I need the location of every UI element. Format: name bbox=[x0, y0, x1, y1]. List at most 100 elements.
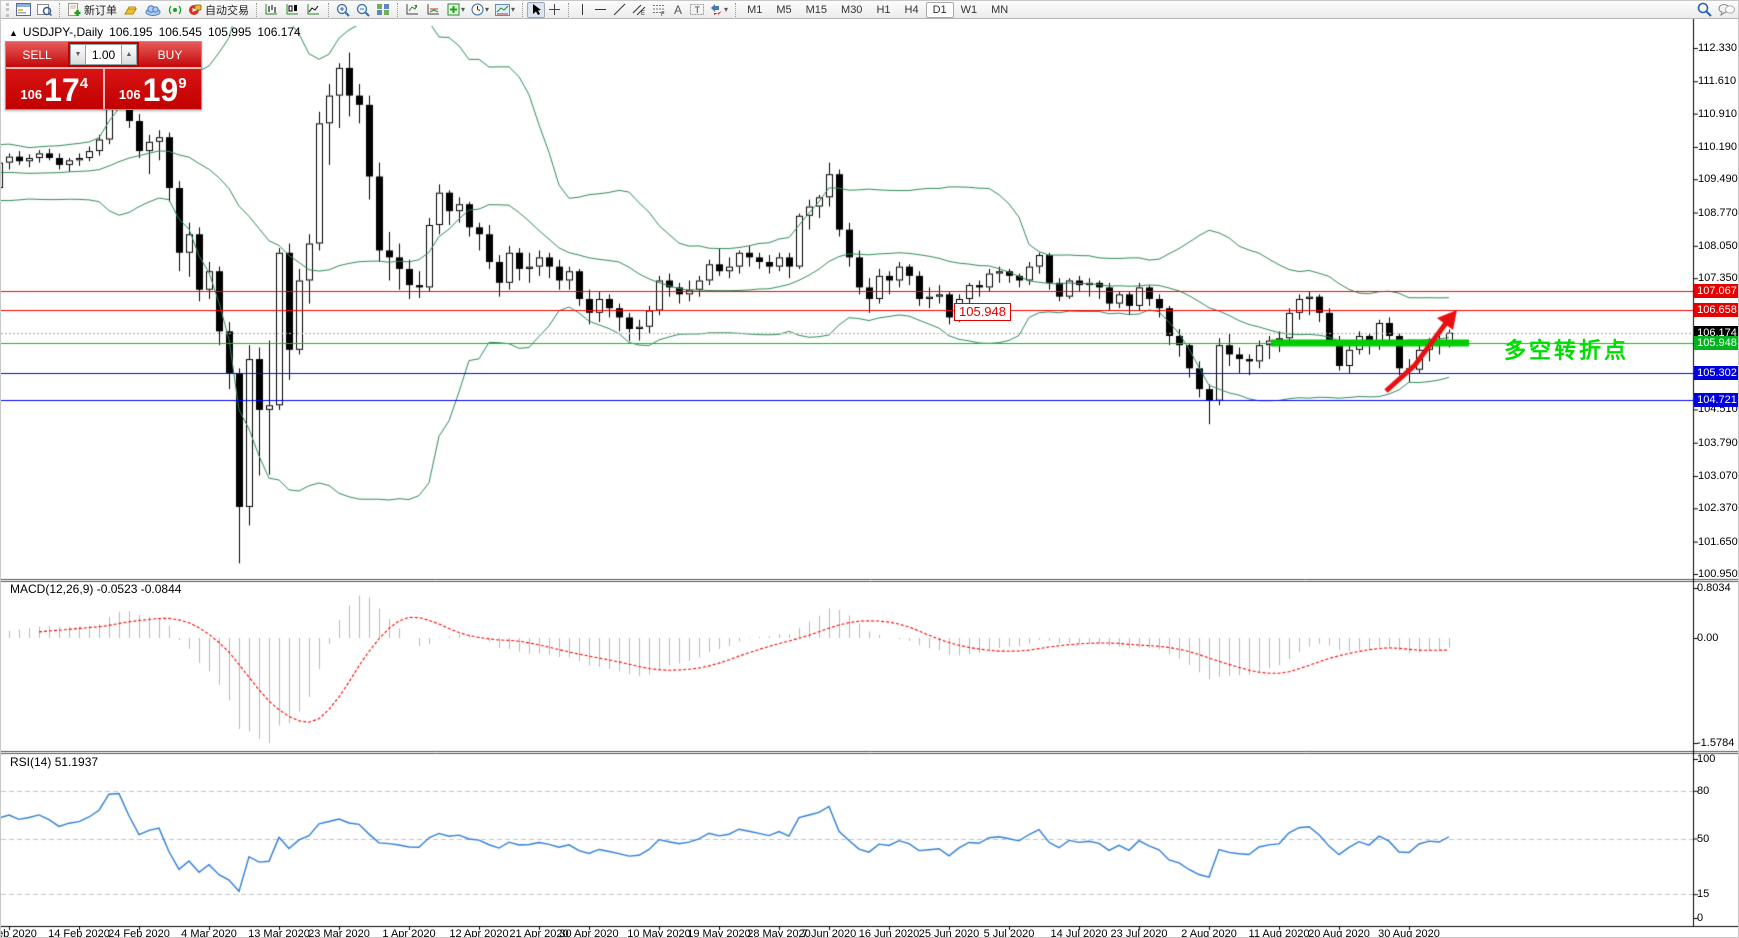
period-button[interactable]: ▾ bbox=[468, 2, 492, 18]
trendline-tool[interactable] bbox=[610, 2, 629, 18]
tab-timeframe-mn[interactable]: MN bbox=[984, 2, 1015, 18]
price-chart-canvas[interactable] bbox=[1, 19, 1738, 937]
line-chart-icon[interactable] bbox=[303, 2, 324, 18]
text-tool[interactable]: A bbox=[669, 2, 687, 18]
tab-timeframe-m30[interactable]: M30 bbox=[834, 2, 869, 18]
bar-chart-icon[interactable] bbox=[261, 2, 282, 18]
date-axis-label: 25 Jun 2020 bbox=[918, 928, 980, 938]
text-label-tool[interactable]: T bbox=[687, 2, 707, 18]
price-axis-badge: 107.067 bbox=[1694, 284, 1738, 299]
chevron-down-icon: ▾ bbox=[724, 5, 729, 14]
template-button[interactable]: ▾ bbox=[492, 2, 518, 18]
rsi-name: RSI(14) bbox=[10, 755, 52, 769]
volume-value[interactable]: 1.00 bbox=[86, 44, 121, 65]
macd-axis-max: 0.8034 bbox=[1697, 582, 1731, 594]
svg-text:E: E bbox=[641, 11, 645, 16]
autotrade-label: 自动交易 bbox=[205, 4, 249, 17]
rsi-axis-label: 15 bbox=[1697, 888, 1710, 901]
data-window-icon[interactable] bbox=[402, 2, 423, 18]
date-axis-label: 7 Jun 2020 bbox=[801, 928, 857, 938]
arrows-icon bbox=[711, 4, 723, 15]
rsi-axis-label: 80 bbox=[1697, 784, 1710, 797]
price-axis-label: 108.770 bbox=[1698, 206, 1738, 219]
sell-price-prefix: 106 bbox=[20, 87, 43, 102]
date-axis-label: 4 Mar 2020 bbox=[181, 928, 237, 938]
chat-icon[interactable] bbox=[1715, 2, 1738, 18]
date-axis-label: 30 Aug 2020 bbox=[1378, 928, 1440, 938]
buy-price-button[interactable]: 106 19 9 bbox=[102, 69, 201, 109]
close-value: 106.174 bbox=[257, 25, 301, 39]
date-axis-label: 19 May 2020 bbox=[687, 928, 751, 938]
vertical-line-tool[interactable] bbox=[573, 2, 591, 18]
date-axis-label: 16 Jun 2020 bbox=[858, 928, 920, 938]
tab-timeframe-h4[interactable]: H4 bbox=[898, 2, 926, 18]
channel-tool[interactable]: E bbox=[629, 2, 649, 18]
clock-icon bbox=[471, 3, 484, 16]
price-flag-105948[interactable]: 105.948 bbox=[954, 303, 1011, 321]
macd-values: -0.0523 -0.0844 bbox=[96, 582, 182, 596]
buy-price-prefix: 106 bbox=[118, 87, 141, 102]
autotrade-icon bbox=[189, 4, 202, 15]
mql5-community-icon[interactable] bbox=[142, 2, 165, 18]
macd-axis-zero: 0.00 bbox=[1697, 632, 1719, 644]
volume-decrease-button[interactable]: ▼ bbox=[70, 44, 86, 65]
sell-button[interactable]: SELL bbox=[6, 42, 68, 67]
price-axis-label: 102.370 bbox=[1698, 502, 1738, 515]
tab-timeframe-m15[interactable]: M15 bbox=[799, 2, 834, 18]
date-axis-label: 5 Jul 2020 bbox=[983, 928, 1035, 938]
price-axis-label: 103.790 bbox=[1698, 436, 1738, 449]
date-axis-label: 20 Aug 2020 bbox=[1308, 928, 1370, 938]
tab-timeframe-w1[interactable]: W1 bbox=[954, 2, 985, 18]
shapes-tool[interactable]: ▾ bbox=[707, 2, 731, 18]
crosshair-icon bbox=[549, 4, 561, 15]
trading-terminal-window: 新订单 自动交易 ▾ ▾ ▾ E F A T ▾ M1 M5 M15 M30 H… bbox=[0, 0, 1739, 938]
buy-button[interactable]: BUY bbox=[139, 42, 201, 67]
candlestick-chart-icon[interactable] bbox=[282, 2, 303, 18]
tab-timeframe-m1[interactable]: M1 bbox=[740, 2, 769, 18]
date-axis-label: 14 Feb 2020 bbox=[48, 928, 110, 938]
macd-name: MACD(12,26,9) bbox=[10, 582, 94, 596]
strategy-tester-icon[interactable] bbox=[34, 2, 55, 18]
buy-price-big: 19 bbox=[142, 72, 179, 108]
sell-price-button[interactable]: 106 17 4 bbox=[6, 69, 103, 109]
autotrade-button[interactable]: 自动交易 bbox=[185, 2, 252, 18]
search-icon[interactable] bbox=[1694, 2, 1715, 18]
volume-increase-button[interactable]: ▲ bbox=[121, 44, 137, 65]
add-indicator-button[interactable]: ▾ bbox=[444, 2, 468, 18]
rsi-axis-label: 0 bbox=[1697, 912, 1704, 924]
horizontal-line-tool[interactable] bbox=[591, 2, 610, 18]
cursor-tool[interactable] bbox=[527, 1, 546, 18]
one-click-trade-panel: SELL ▼ 1.00 ▲ BUY 106 17 4 106 19 9 bbox=[5, 41, 202, 110]
zoom-out-icon[interactable] bbox=[353, 2, 373, 18]
tab-timeframe-h1[interactable]: H1 bbox=[869, 2, 897, 18]
crosshair-tool[interactable] bbox=[545, 2, 564, 18]
new-order-icon bbox=[68, 2, 81, 16]
tab-timeframe-m5[interactable]: M5 bbox=[769, 2, 798, 18]
fibonacci-tool[interactable]: F bbox=[649, 2, 669, 18]
rsi-axis-label: 100 bbox=[1697, 753, 1716, 765]
new-order-button[interactable]: 新订单 bbox=[64, 2, 120, 18]
price-axis-label: 110.910 bbox=[1698, 107, 1737, 120]
gold-icon[interactable] bbox=[120, 2, 142, 18]
chevron-down-icon: ▾ bbox=[511, 5, 516, 14]
chevron-down-icon: ▾ bbox=[461, 5, 466, 14]
tile-windows-icon[interactable] bbox=[373, 2, 393, 18]
cursor-icon bbox=[532, 4, 541, 15]
date-axis-label: 24 Feb 2020 bbox=[108, 928, 170, 938]
sell-price-big: 17 bbox=[44, 72, 80, 108]
chevron-down-icon: ▾ bbox=[485, 5, 490, 14]
price-axis-label: 112.330 bbox=[1698, 42, 1737, 54]
market-watch-icon[interactable] bbox=[13, 2, 34, 18]
price-axis-label: 111.610 bbox=[1698, 75, 1737, 88]
date-axis-label: 12 Apr 2020 bbox=[449, 928, 509, 938]
signals-icon[interactable] bbox=[165, 2, 185, 18]
tab-timeframe-d1[interactable]: D1 bbox=[925, 1, 954, 18]
date-axis-label: 10 May 2020 bbox=[627, 928, 691, 938]
pivot-annotation[interactable]: 多空转折点 bbox=[1504, 333, 1629, 365]
indicator-window-icon[interactable] bbox=[423, 2, 444, 18]
rsi-value: 51.1937 bbox=[54, 755, 99, 769]
zoom-in-icon[interactable] bbox=[333, 2, 353, 18]
price-axis-badge: 106.658 bbox=[1694, 303, 1738, 318]
chart-area[interactable]: ▲ USDJPY-,Daily 106.195 106.545 105.995 106.1… bbox=[1, 19, 1738, 938]
date-axis-label: 11 Aug 2020 bbox=[1248, 928, 1310, 938]
